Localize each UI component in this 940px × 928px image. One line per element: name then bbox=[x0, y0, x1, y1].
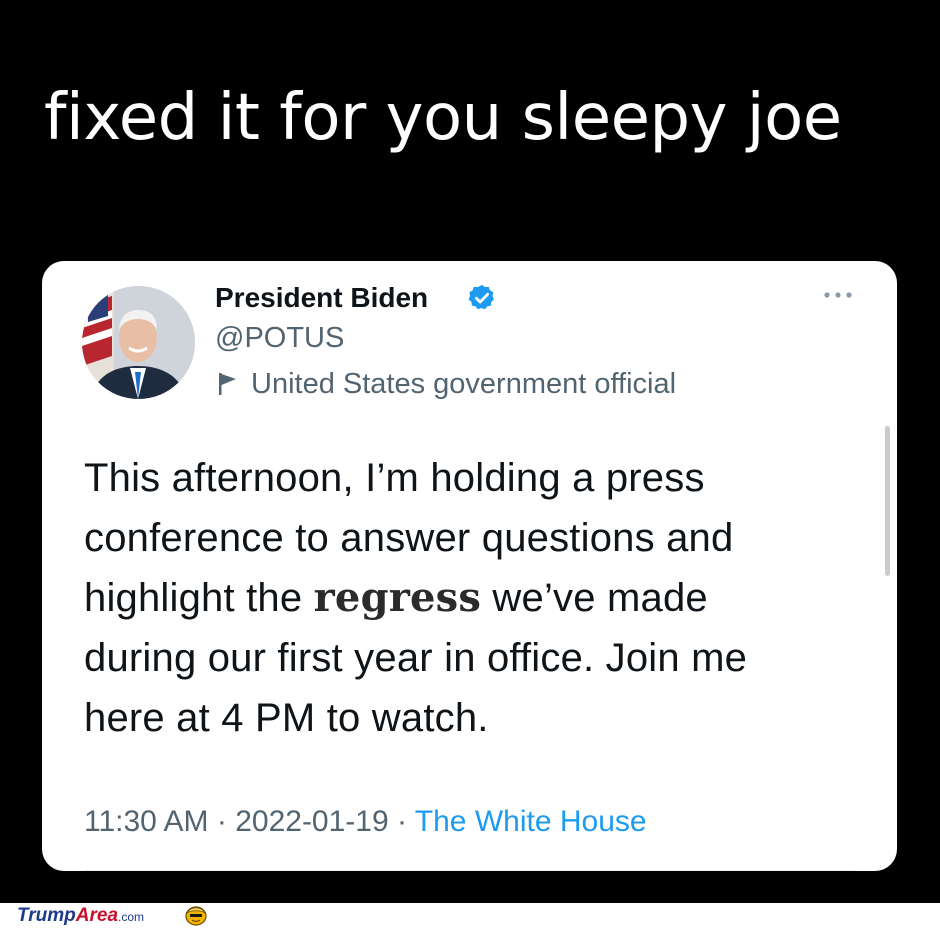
tweet-text-line: This afternoon, I’m holding a press bbox=[84, 456, 705, 500]
government-flag-icon bbox=[219, 373, 236, 395]
tweet-text-line: conference to answer questions and bbox=[84, 516, 734, 560]
author-name[interactable]: President Biden bbox=[215, 281, 428, 315]
scrollbar[interactable] bbox=[885, 426, 890, 576]
account-label: United States government official bbox=[251, 368, 677, 400]
tweet-text-segment: we’ve made bbox=[481, 576, 708, 620]
meta-separator: · bbox=[388, 805, 415, 838]
edited-word: regress bbox=[313, 574, 482, 621]
tweet-text-line: highlight the regress we’ve made bbox=[84, 568, 854, 628]
logo-text-part: Area bbox=[75, 905, 119, 926]
mascot-icon bbox=[185, 906, 207, 926]
tweet-text-line: during our first year in office. Join me bbox=[84, 636, 748, 680]
tweet-meta: 11:30 AM · 2022-01-19 · The White House bbox=[84, 802, 647, 842]
watermark-bar: TrumpArea.com bbox=[0, 903, 940, 928]
divider bbox=[84, 870, 855, 871]
logo-text-part: Trump bbox=[17, 905, 76, 926]
meme-caption: fixed it for you sleepy joe bbox=[44, 81, 842, 155]
author-handle[interactable]: @POTUS bbox=[215, 320, 344, 356]
tweet-text: This afternoon, I’m holding a press conf… bbox=[84, 448, 854, 748]
account-label-row[interactable]: United States government official bbox=[217, 366, 676, 402]
more-options-icon[interactable] bbox=[822, 289, 854, 301]
verified-badge-icon bbox=[468, 284, 494, 310]
meta-separator: · bbox=[208, 805, 236, 838]
logo-text-part: .com bbox=[118, 910, 145, 924]
tweet-time[interactable]: 11:30 AM bbox=[84, 805, 209, 838]
avatar-photo bbox=[82, 286, 195, 399]
tweet-card: President Biden @POTUS United States gov… bbox=[42, 261, 897, 871]
tweet-text-line: here at 4 PM to watch. bbox=[84, 696, 489, 740]
tweet-text-segment: highlight the bbox=[84, 576, 314, 620]
tweet-source-link[interactable]: The White House bbox=[415, 805, 647, 838]
site-logo: TrumpArea.com bbox=[17, 906, 144, 927]
tweet-date[interactable]: 2022-01-19 bbox=[235, 805, 388, 838]
avatar[interactable] bbox=[82, 286, 195, 399]
